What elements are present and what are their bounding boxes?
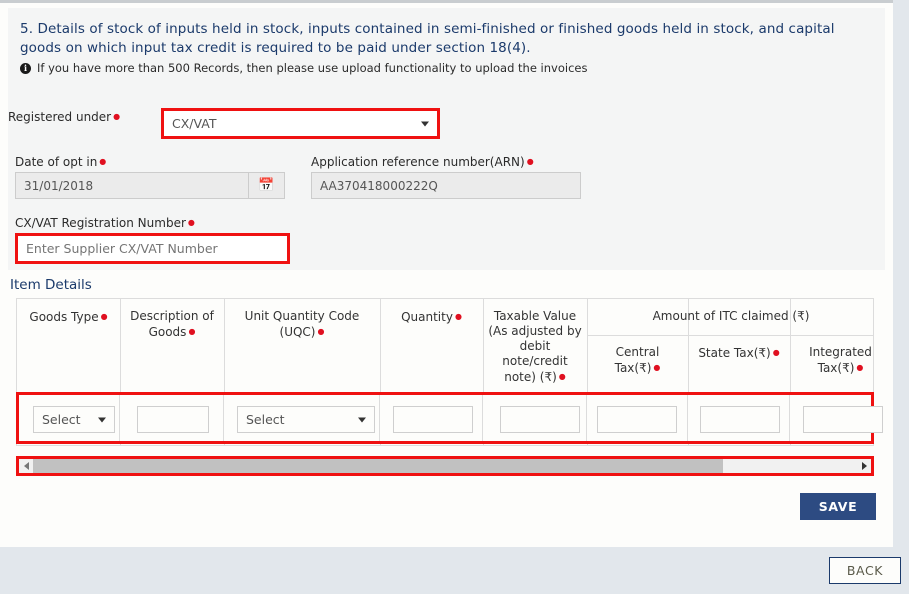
goods-type-value: Select bbox=[42, 412, 81, 427]
arn-field: AA370418000222Q bbox=[311, 172, 581, 199]
scroll-left-arrow-icon[interactable] bbox=[19, 459, 33, 473]
uqc-select[interactable]: Select bbox=[237, 406, 375, 433]
column-header-central-tax: Central Tax(₹) bbox=[587, 345, 688, 376]
column-header-quantity: Quantity bbox=[380, 309, 483, 325]
top-divider bbox=[0, 0, 893, 3]
integrated-tax-input[interactable] bbox=[803, 406, 883, 433]
description-input[interactable] bbox=[137, 406, 209, 433]
registered-under-select[interactable]: CX/VAT bbox=[164, 111, 437, 136]
date-of-opt-in-field[interactable]: 31/01/2018 📅 bbox=[15, 172, 285, 199]
goods-type-select[interactable]: Select bbox=[33, 406, 115, 433]
column-group-header-itc: Amount of ITC claimed (₹) bbox=[652, 309, 810, 323]
date-of-opt-in-label: Date of opt in bbox=[15, 155, 106, 169]
date-of-opt-in-value: 31/01/2018 bbox=[16, 173, 248, 198]
column-header-integrated-tax: Integrated Tax(₹) bbox=[790, 345, 891, 376]
column-header-taxable-value: Taxable Value (As adjusted by debit note… bbox=[483, 309, 587, 385]
uqc-value: Select bbox=[246, 412, 285, 427]
page-right-gutter bbox=[893, 0, 909, 594]
central-tax-input[interactable] bbox=[597, 406, 677, 433]
scrollbar-thumb[interactable] bbox=[33, 459, 723, 473]
chevron-down-icon bbox=[358, 417, 366, 422]
taxable-value-input[interactable] bbox=[500, 406, 580, 433]
column-header-description: Description of Goods bbox=[120, 309, 224, 340]
info-circle-icon: i bbox=[20, 62, 31, 74]
arn-label: Application reference number(ARN) bbox=[311, 155, 534, 169]
horizontal-scrollbar[interactable] bbox=[19, 459, 871, 473]
arn-value: AA370418000222Q bbox=[320, 178, 438, 193]
chevron-down-icon bbox=[98, 417, 106, 422]
quantity-input[interactable] bbox=[393, 406, 473, 433]
state-tax-input[interactable] bbox=[700, 406, 780, 433]
column-header-state-tax: State Tax(₹) bbox=[688, 345, 790, 361]
registration-number-label: CX/VAT Registration Number bbox=[15, 216, 195, 230]
info-note-text: If you have more than 500 Records, then … bbox=[37, 61, 588, 75]
scrollbar-track-remainder[interactable] bbox=[723, 459, 857, 473]
column-header-goods-type: Goods Type bbox=[17, 309, 120, 325]
scroll-right-arrow-icon[interactable] bbox=[857, 459, 871, 473]
section-heading: 5. Details of stock of inputs held in st… bbox=[20, 21, 835, 56]
save-button[interactable]: SAVE bbox=[800, 493, 876, 520]
info-note: i If you have more than 500 Records, the… bbox=[20, 60, 860, 76]
back-button[interactable]: BACK bbox=[829, 557, 901, 584]
calendar-icon[interactable]: 📅 bbox=[248, 173, 284, 198]
chevron-down-icon bbox=[421, 121, 429, 126]
registered-under-highlight: CX/VAT bbox=[161, 108, 440, 139]
horizontal-scrollbar-highlight bbox=[16, 456, 874, 476]
registration-number-input[interactable] bbox=[18, 236, 287, 261]
section-banner: 5. Details of stock of inputs held in st… bbox=[8, 8, 885, 90]
column-header-uqc: Unit Quantity Code (UQC) bbox=[224, 309, 380, 340]
registered-under-label: Registered under bbox=[8, 110, 120, 124]
table-row: Select Select bbox=[16, 392, 883, 444]
registered-under-value: CX/VAT bbox=[172, 116, 217, 131]
footer-bar bbox=[0, 547, 893, 594]
item-details-title: Item Details bbox=[10, 277, 92, 293]
registration-number-highlight bbox=[15, 233, 290, 264]
